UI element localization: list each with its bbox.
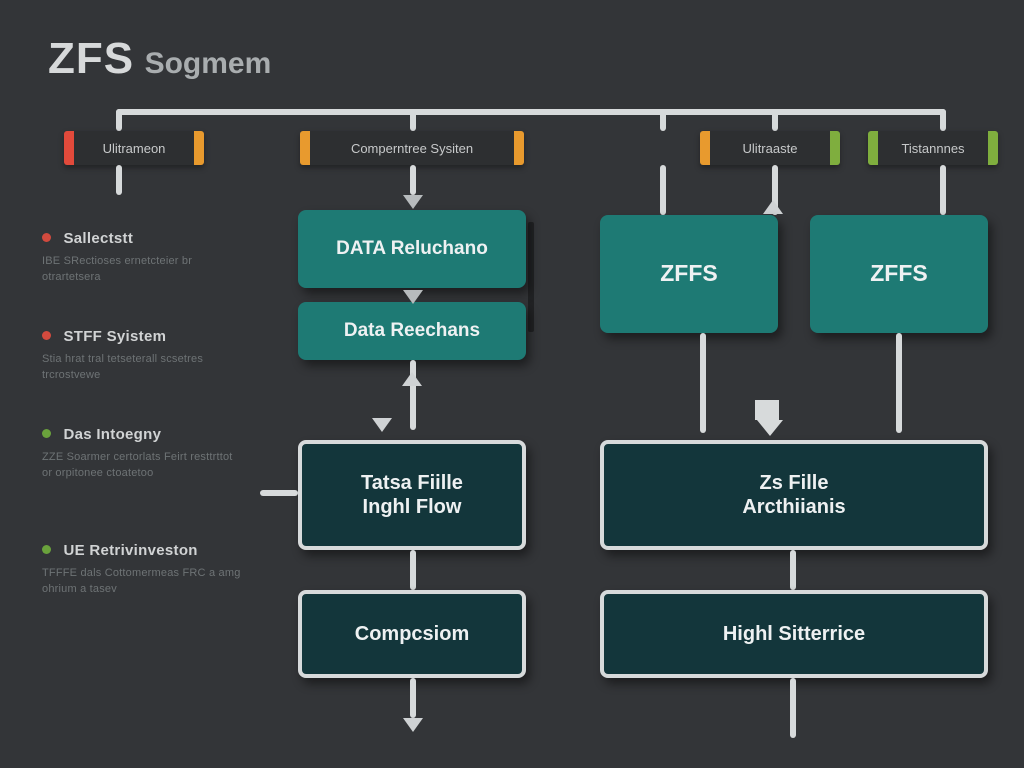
- tab-4-cap-left: [868, 131, 878, 165]
- title-sub: Sogmem: [145, 47, 272, 80]
- legend-desc-2: Stia hrat tral tetseterall scsetres trcr…: [42, 352, 242, 384]
- tab-4-label: Tistannnes: [901, 141, 964, 156]
- tab-3: Ulitraaste: [700, 131, 840, 165]
- connector-row-gap-right: [790, 550, 796, 590]
- box-data-reechans-label: Data Reechans: [344, 320, 480, 343]
- tab-4: Tistannnes: [868, 131, 998, 165]
- connector-tab3-down-a: [660, 165, 666, 215]
- box-data-reluchano: DATA Reluchano: [298, 210, 526, 288]
- tab-1-cap-right: [194, 131, 204, 165]
- connector-tab1-down: [116, 165, 122, 195]
- box-zffs-right: ZFFS: [810, 215, 988, 333]
- tab-2-cap-right: [514, 131, 524, 165]
- box-zs-fille: Zs Fille Arcthiianis: [600, 440, 988, 550]
- connector-b3-down: [700, 333, 706, 433]
- connector-top-stub-1: [410, 109, 416, 131]
- box-data-reechans: Data Reechans: [298, 302, 526, 360]
- legend-title-4: UE Retrivinveston: [63, 542, 197, 559]
- legend-desc-1: IBE SRectioses ernetcteier br otrartetse…: [42, 254, 242, 286]
- legend: Sallectstt IBE SRectioses ernetcteier br…: [42, 230, 262, 640]
- connector-top-stub-3: [772, 109, 778, 131]
- box-data-reluchano-label: DATA Reluchano: [336, 238, 488, 261]
- tab-3-label: Ulitraaste: [743, 141, 798, 156]
- block-arrow-body: [755, 400, 779, 420]
- tab-1-cap-left: [64, 131, 74, 165]
- legend-item-1: Sallectstt IBE SRectioses ernetcteier br…: [42, 230, 262, 286]
- arrow-up-mid: [763, 200, 783, 214]
- connector-bottom-right: [790, 678, 796, 738]
- connector-top-stub-4: [940, 109, 946, 131]
- arrow-tab2-down: [403, 195, 423, 209]
- legend-dot-2: [42, 331, 51, 340]
- arrow-b2-up: [402, 372, 422, 386]
- legend-item-3: Das Intoegny ZZE Soarmer certorlats Feir…: [42, 426, 262, 482]
- legend-title-1: Sallectstt: [63, 230, 133, 247]
- legend-title-2: STFF Syistem: [63, 328, 166, 345]
- box-zffs-left-label: ZFFS: [660, 260, 718, 288]
- box-tatsa-fille: Tatsa Fiille Inghl Flow: [298, 440, 526, 550]
- connector-top-stub-2: [660, 109, 666, 131]
- legend-dot-3: [42, 429, 51, 438]
- arrow-b1-b2: [403, 290, 423, 304]
- block-arrow-head: [757, 420, 783, 436]
- arrow-b2-down-left: [372, 418, 392, 432]
- box-tatsa-fille-label: Tatsa Fiille Inghl Flow: [361, 471, 463, 519]
- tab-2: Comperntree Sysiten: [300, 131, 524, 165]
- box-zs-fille-label: Zs Fille Arcthiianis: [742, 471, 845, 519]
- arrow-bottom-left: [403, 718, 423, 732]
- connector-row-gap-left: [410, 550, 416, 590]
- tab-3-cap-left: [700, 131, 710, 165]
- diagram-title: ZFS Sogmem: [48, 34, 271, 84]
- legend-title-3: Das Intoegny: [63, 426, 161, 443]
- tab-1: Ulitrameon: [64, 131, 204, 165]
- legend-dot-4: [42, 545, 51, 554]
- tab-4-cap-right: [988, 131, 998, 165]
- tab-3-cap-right: [830, 131, 840, 165]
- title-strong: ZFS: [48, 34, 134, 83]
- connector-tab2-down: [410, 165, 416, 195]
- legend-dot-1: [42, 233, 51, 242]
- legend-item-2: STFF Syistem Stia hrat tral tetseterall …: [42, 328, 262, 384]
- connector-bottom-left: [410, 678, 416, 718]
- box-highl-sitterrice-label: Highl Sitterrice: [723, 622, 865, 646]
- connector-top-lstub: [116, 109, 122, 131]
- tab-1-label: Ulitrameon: [103, 141, 166, 156]
- connector-top-rail: [116, 109, 946, 115]
- connector-tab4-down: [940, 165, 946, 215]
- box-compcsiom: Compcsiom: [298, 590, 526, 678]
- legend-desc-4: TFFFE dals Cottomermeas FRC a amg ohrium…: [42, 566, 242, 598]
- connector-b4-down: [896, 333, 902, 433]
- box-highl-sitterrice: Highl Sitterrice: [600, 590, 988, 678]
- legend-desc-3: ZZE Soarmer certorlats Feirt resttrttot …: [42, 450, 242, 482]
- tab-2-label: Comperntree Sysiten: [351, 141, 473, 156]
- legend-item-4: UE Retrivinveston TFFFE dals Cottomermea…: [42, 542, 262, 598]
- connector-b2-down: [410, 360, 416, 430]
- box-compcsiom-label: Compcsiom: [355, 622, 469, 646]
- box1-right-shadow: [528, 222, 534, 332]
- box-zffs-right-label: ZFFS: [870, 260, 928, 288]
- box-zffs-left: ZFFS: [600, 215, 778, 333]
- connector-left-tick: [260, 490, 298, 496]
- tab-2-cap-left: [300, 131, 310, 165]
